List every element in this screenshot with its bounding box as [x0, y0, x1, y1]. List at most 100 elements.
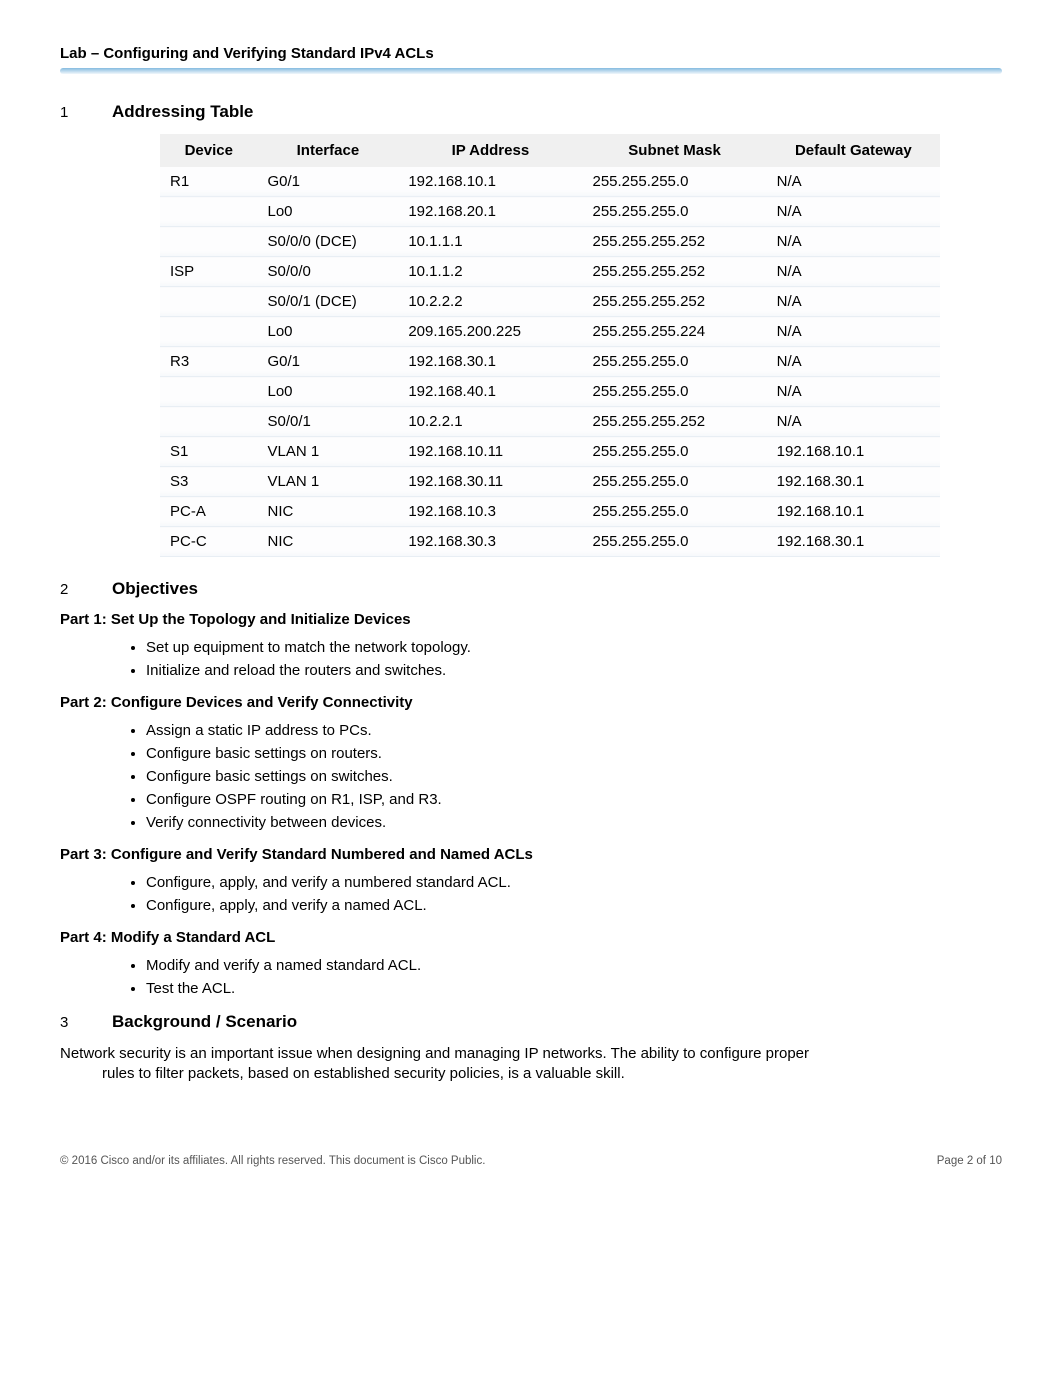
cell-device — [160, 317, 258, 347]
cell-mask: 255.255.255.252 — [582, 227, 766, 257]
cell-mask: 255.255.255.0 — [582, 197, 766, 227]
part1-heading: Part 1: Set Up the Topology and Initiali… — [60, 611, 1002, 628]
section-title: Background / Scenario — [112, 1012, 297, 1032]
background-line2: rules to filter packets, based on establ… — [60, 1064, 1002, 1084]
list-item: Configure basic settings on switches. — [146, 765, 1002, 788]
cell-device — [160, 197, 258, 227]
cell-ip: 192.168.20.1 — [398, 197, 582, 227]
cell-gw: 192.168.30.1 — [767, 467, 940, 497]
table-row: Lo0192.168.40.1255.255.255.0N/A — [160, 377, 940, 407]
cell-ip: 192.168.30.1 — [398, 347, 582, 377]
table-row: S1VLAN 1192.168.10.11255.255.255.0192.16… — [160, 437, 940, 467]
cell-iface: VLAN 1 — [258, 437, 399, 467]
cell-ip: 192.168.10.11 — [398, 437, 582, 467]
cell-device — [160, 227, 258, 257]
table-row: S0/0/0 (DCE)10.1.1.1255.255.255.252N/A — [160, 227, 940, 257]
cell-mask: 255.255.255.0 — [582, 377, 766, 407]
cell-ip: 209.165.200.225 — [398, 317, 582, 347]
part1-list: Set up equipment to match the network to… — [60, 636, 1002, 682]
addressing-table: Device Interface IP Address Subnet Mask … — [160, 134, 940, 557]
cell-mask: 255.255.255.0 — [582, 437, 766, 467]
cell-gw: N/A — [767, 257, 940, 287]
cell-ip: 192.168.30.3 — [398, 527, 582, 557]
list-item: Modify and verify a named standard ACL. — [146, 954, 1002, 977]
list-item: Verify connectivity between devices. — [146, 811, 1002, 834]
cell-gw: 192.168.30.1 — [767, 527, 940, 557]
section-number: 3 — [60, 1014, 112, 1031]
part4-list: Modify and verify a named standard ACL.T… — [60, 954, 1002, 1000]
cell-device: PC-A — [160, 497, 258, 527]
section-title: Addressing Table — [112, 102, 253, 122]
cell-iface: NIC — [258, 527, 399, 557]
footer-page-number: Page 2 of 10 — [937, 1155, 1002, 1167]
section-heading-background: 3 Background / Scenario — [60, 1012, 1002, 1032]
page-header-title: Lab – Configuring and Verifying Standard… — [60, 45, 1002, 62]
cell-iface: NIC — [258, 497, 399, 527]
background-paragraph: Network security is an important issue w… — [60, 1044, 1002, 1085]
cell-gw: N/A — [767, 407, 940, 437]
cell-ip: 10.2.2.1 — [398, 407, 582, 437]
table-row: S0/0/1 (DCE)10.2.2.2255.255.255.252N/A — [160, 287, 940, 317]
list-item: Assign a static IP address to PCs. — [146, 719, 1002, 742]
th-device: Device — [160, 134, 258, 167]
cell-device: R3 — [160, 347, 258, 377]
cell-ip: 192.168.40.1 — [398, 377, 582, 407]
cell-gw: N/A — [767, 197, 940, 227]
list-item: Configure, apply, and verify a numbered … — [146, 871, 1002, 894]
section-number: 1 — [60, 104, 112, 121]
list-item: Initialize and reload the routers and sw… — [146, 659, 1002, 682]
list-item: Set up equipment to match the network to… — [146, 636, 1002, 659]
list-item: Configure, apply, and verify a named ACL… — [146, 894, 1002, 917]
cell-iface: S0/0/1 (DCE) — [258, 287, 399, 317]
table-row: R3G0/1192.168.30.1255.255.255.0N/A — [160, 347, 940, 377]
cell-ip: 192.168.10.1 — [398, 167, 582, 197]
cell-mask: 255.255.255.0 — [582, 167, 766, 197]
list-item: Configure OSPF routing on R1, ISP, and R… — [146, 788, 1002, 811]
cell-iface: Lo0 — [258, 197, 399, 227]
cell-device: S3 — [160, 467, 258, 497]
cell-mask: 255.255.255.252 — [582, 407, 766, 437]
cell-mask: 255.255.255.252 — [582, 287, 766, 317]
list-item: Configure basic settings on routers. — [146, 742, 1002, 765]
cell-device — [160, 407, 258, 437]
cell-device: S1 — [160, 437, 258, 467]
part2-heading: Part 2: Configure Devices and Verify Con… — [60, 694, 1002, 711]
section-heading-objectives: 2 Objectives — [60, 579, 1002, 599]
cell-ip: 10.2.2.2 — [398, 287, 582, 317]
table-row: R1G0/1192.168.10.1255.255.255.0N/A — [160, 167, 940, 197]
cell-iface: G0/1 — [258, 347, 399, 377]
cell-mask: 255.255.255.224 — [582, 317, 766, 347]
table-row: ISPS0/0/010.1.1.2255.255.255.252N/A — [160, 257, 940, 287]
table-row: PC-CNIC192.168.30.3255.255.255.0192.168.… — [160, 527, 940, 557]
cell-gw: N/A — [767, 287, 940, 317]
cell-gw: N/A — [767, 317, 940, 347]
cell-iface: S0/0/0 (DCE) — [258, 227, 399, 257]
th-subnet-mask: Subnet Mask — [582, 134, 766, 167]
cell-gw: N/A — [767, 167, 940, 197]
part4-heading: Part 4: Modify a Standard ACL — [60, 929, 1002, 946]
cell-ip: 10.1.1.1 — [398, 227, 582, 257]
table-row: Lo0192.168.20.1255.255.255.0N/A — [160, 197, 940, 227]
cell-iface: Lo0 — [258, 377, 399, 407]
cell-device: PC-C — [160, 527, 258, 557]
table-header-row: Device Interface IP Address Subnet Mask … — [160, 134, 940, 167]
section-title: Objectives — [112, 579, 198, 599]
cell-ip: 192.168.30.11 — [398, 467, 582, 497]
header-divider — [60, 68, 1002, 74]
cell-iface: S0/0/1 — [258, 407, 399, 437]
part3-list: Configure, apply, and verify a numbered … — [60, 871, 1002, 917]
section-number: 2 — [60, 581, 112, 598]
background-line1: Network security is an important issue w… — [60, 1045, 809, 1062]
cell-mask: 255.255.255.0 — [582, 497, 766, 527]
table-row: S0/0/110.2.2.1255.255.255.252N/A — [160, 407, 940, 437]
cell-mask: 255.255.255.0 — [582, 347, 766, 377]
list-item: Test the ACL. — [146, 977, 1002, 1000]
cell-mask: 255.255.255.252 — [582, 257, 766, 287]
footer-copyright: © 2016 Cisco and/or its affiliates. All … — [60, 1155, 485, 1167]
part2-list: Assign a static IP address to PCs.Config… — [60, 719, 1002, 834]
page-container: Lab – Configuring and Verifying Standard… — [0, 0, 1062, 1207]
th-interface: Interface — [258, 134, 399, 167]
table-row: S3VLAN 1192.168.30.11255.255.255.0192.16… — [160, 467, 940, 497]
cell-mask: 255.255.255.0 — [582, 467, 766, 497]
th-ip-address: IP Address — [398, 134, 582, 167]
